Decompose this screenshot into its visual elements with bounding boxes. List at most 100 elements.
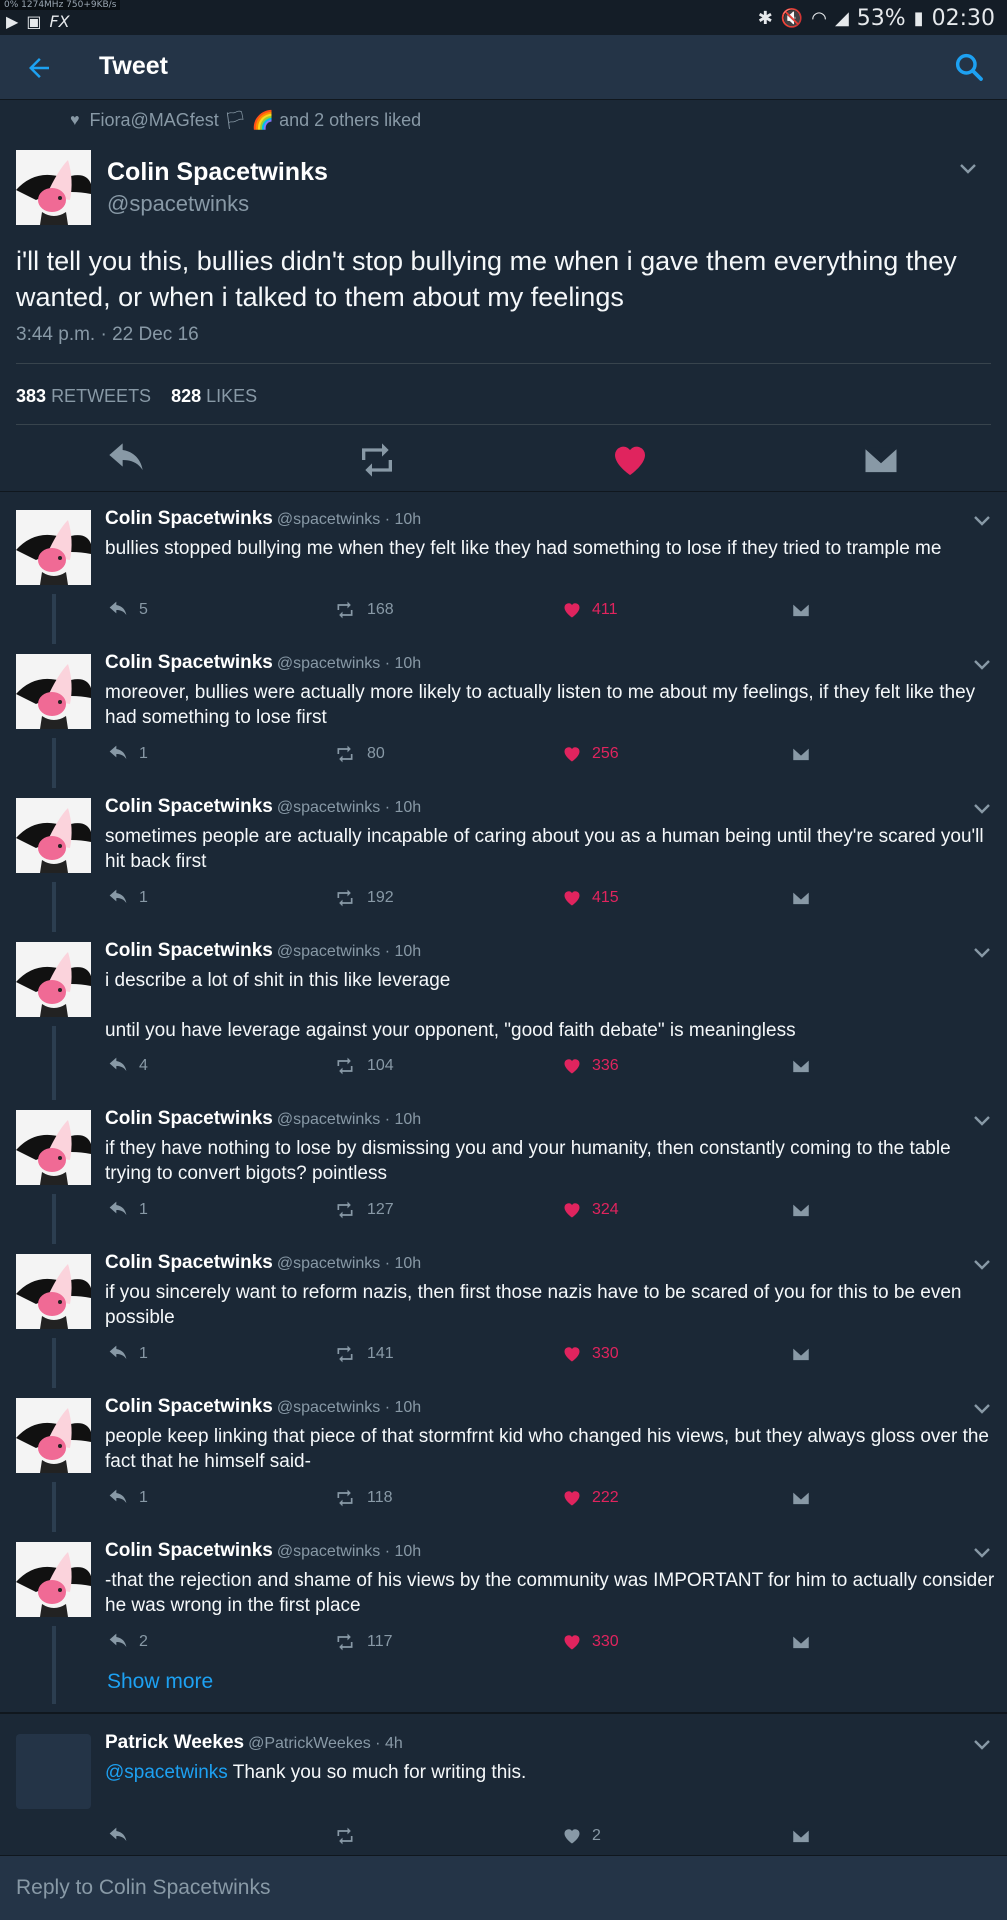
retweet-button[interactable]: 117 <box>333 1632 393 1652</box>
reply-button[interactable]: 1 <box>107 1344 148 1364</box>
direct-message-icon <box>792 1202 810 1218</box>
chevron-down-icon[interactable] <box>972 1114 992 1128</box>
reply-button[interactable]: 2 <box>107 1632 148 1652</box>
author-name[interactable]: Colin Spacetwinks <box>105 652 273 673</box>
tweet-actions: 1 141 330 <box>0 1344 1007 1368</box>
direct-message-button[interactable] <box>790 744 812 764</box>
reply-icon[interactable] <box>106 440 146 480</box>
chevron-down-icon[interactable] <box>972 1738 992 1752</box>
direct-message-icon[interactable] <box>861 440 901 480</box>
tweet-actions: 1 118 222 <box>0 1488 1007 1512</box>
avatar[interactable] <box>16 1398 91 1473</box>
reply-button[interactable]: 5 <box>107 600 148 620</box>
chevron-down-icon[interactable] <box>972 946 992 960</box>
retweet-button[interactable]: 127 <box>333 1200 394 1220</box>
like-button[interactable]: 336 <box>562 1056 619 1076</box>
retweet-button[interactable] <box>333 1826 357 1846</box>
tweet-actions: 4 104 336 <box>0 1056 1007 1080</box>
direct-message-button[interactable] <box>790 888 812 908</box>
retweet-button[interactable]: 141 <box>333 1344 394 1364</box>
avatar[interactable] <box>16 654 91 729</box>
direct-message-button[interactable] <box>790 1826 812 1846</box>
chevron-down-icon[interactable] <box>972 1546 992 1560</box>
mention-link[interactable]: @spacetwinks <box>105 1762 228 1783</box>
tweet-actions: 2 117 330 <box>0 1632 1007 1656</box>
direct-message-icon <box>792 746 810 762</box>
like-button[interactable]: 222 <box>562 1488 619 1508</box>
chevron-down-icon[interactable] <box>958 162 978 176</box>
chevron-down-icon[interactable] <box>972 1402 992 1416</box>
retweet-button[interactable]: 80 <box>333 744 385 764</box>
heart-icon <box>564 603 580 618</box>
author-name[interactable]: Colin Spacetwinks <box>105 1396 273 1417</box>
retweet-button[interactable]: 192 <box>333 888 394 908</box>
direct-message-button[interactable] <box>790 1632 812 1652</box>
retweet-button[interactable]: 104 <box>333 1056 394 1076</box>
show-more-link[interactable]: Show more <box>107 1670 213 1694</box>
author-name[interactable]: Colin Spacetwinks <box>105 1252 273 1273</box>
chevron-down-icon[interactable] <box>972 514 992 528</box>
liked-by-text: Fiora@MAGfest 🏳 🌈 and 2 others liked <box>89 110 422 130</box>
retweet-count[interactable]: 383 <box>16 386 46 406</box>
author-meta: @PatrickWeekes · 4h <box>248 1735 403 1752</box>
heart-icon <box>564 1347 580 1362</box>
direct-message-button[interactable] <box>790 600 812 620</box>
search-icon[interactable] <box>953 51 985 83</box>
direct-message-button[interactable] <box>790 1200 812 1220</box>
retweet-button[interactable]: 118 <box>333 1488 393 1508</box>
author-handle[interactable]: @spacetwinks <box>107 191 249 217</box>
avatar[interactable] <box>16 798 91 873</box>
bluetooth-icon: ✱ <box>757 8 773 29</box>
reply-button[interactable] <box>107 1826 129 1846</box>
tweet-text: @spacetwinks Thank you so much for writi… <box>105 1760 995 1785</box>
author-name[interactable]: Colin Spacetwinks <box>105 1108 273 1129</box>
author-meta: @spacetwinks · 10h <box>276 655 422 672</box>
avatar[interactable] <box>16 150 91 225</box>
author-name[interactable]: Colin Spacetwinks <box>107 158 328 187</box>
avatar[interactable] <box>16 1110 91 1185</box>
like-button[interactable]: 411 <box>562 600 618 620</box>
back-arrow-icon[interactable] <box>24 53 54 83</box>
retweet-icon <box>337 889 353 907</box>
engagement-counts: 383 RETWEETS 828 LIKES <box>16 386 257 407</box>
chevron-down-icon[interactable] <box>972 1258 992 1272</box>
likes-label: LIKES <box>206 386 258 406</box>
avatar[interactable] <box>16 1542 91 1617</box>
direct-message-button[interactable] <box>790 1488 812 1508</box>
avatar[interactable] <box>16 942 91 1017</box>
retweet-button[interactable]: 168 <box>333 600 394 620</box>
chevron-down-icon[interactable] <box>972 658 992 672</box>
heart-icon <box>564 891 580 906</box>
chevron-down-icon[interactable] <box>972 802 992 816</box>
reply-icon <box>109 745 127 759</box>
author-name[interactable]: Colin Spacetwinks <box>105 940 273 961</box>
avatar[interactable] <box>16 510 91 585</box>
reply-button[interactable]: 4 <box>107 1056 148 1076</box>
heart-icon[interactable] <box>610 440 650 480</box>
like-button[interactable]: 415 <box>562 888 619 908</box>
reply-button[interactable]: 1 <box>107 1488 148 1508</box>
retweet-icon[interactable] <box>357 440 397 480</box>
like-button[interactable]: 256 <box>562 744 619 764</box>
liked-by[interactable]: ♥ Fiora@MAGfest 🏳 🌈 and 2 others liked <box>70 110 421 131</box>
like-button[interactable]: 330 <box>562 1344 619 1364</box>
direct-message-button[interactable] <box>790 1056 812 1076</box>
like-count[interactable]: 828 <box>171 386 201 406</box>
reply-button[interactable]: 1 <box>107 888 148 908</box>
avatar[interactable] <box>16 1734 91 1809</box>
author-name[interactable]: Patrick Weekes <box>105 1732 244 1753</box>
author-name[interactable]: Colin Spacetwinks <box>105 796 273 817</box>
author-name[interactable]: Colin Spacetwinks <box>105 508 273 529</box>
tweet-actions: 1 80 256 <box>0 744 1007 768</box>
author-name[interactable]: Colin Spacetwinks <box>105 1540 273 1561</box>
reply-input-placeholder[interactable]: Reply to Colin Spacetwinks <box>16 1876 270 1900</box>
reply-button[interactable]: 1 <box>107 1200 148 1220</box>
tweet-text: i describe a lot of shit in this like le… <box>105 968 995 1043</box>
like-button[interactable]: 324 <box>562 1200 619 1220</box>
like-button[interactable]: 2 <box>562 1826 601 1846</box>
avatar[interactable] <box>16 1254 91 1329</box>
reply-bar[interactable]: Reply to Colin Spacetwinks <box>0 1855 1007 1920</box>
like-button[interactable]: 330 <box>562 1632 619 1652</box>
direct-message-button[interactable] <box>790 1344 812 1364</box>
reply-button[interactable]: 1 <box>107 744 148 764</box>
